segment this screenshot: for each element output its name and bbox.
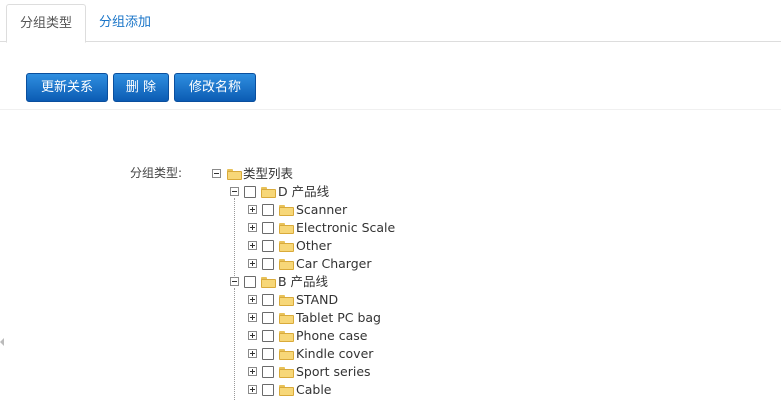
- group-checkbox[interactable]: [244, 276, 256, 288]
- item-label[interactable]: Scanner: [296, 201, 347, 219]
- scroll-left-icon[interactable]: [0, 338, 4, 346]
- item-label[interactable]: Other: [296, 237, 332, 255]
- expand-icon[interactable]: [248, 241, 257, 250]
- folder-open-icon: [261, 187, 276, 198]
- tree-guide-line: [234, 288, 235, 400]
- update-relation-button[interactable]: 更新关系: [26, 73, 108, 102]
- tab-group-add[interactable]: 分组添加: [86, 4, 164, 42]
- folder-icon: [279, 241, 294, 252]
- expand-icon[interactable]: [248, 367, 257, 376]
- group-label[interactable]: B 产品线: [278, 273, 328, 291]
- expand-icon[interactable]: [248, 259, 257, 268]
- tree-root-label: 类型列表: [243, 166, 294, 181]
- item-checkbox[interactable]: [262, 348, 274, 360]
- item-label[interactable]: Cable: [296, 381, 332, 399]
- item-checkbox[interactable]: [262, 240, 274, 252]
- folder-icon: [279, 385, 294, 396]
- expand-icon[interactable]: [248, 295, 257, 304]
- group-checkbox[interactable]: [244, 186, 256, 198]
- item-checkbox[interactable]: [262, 222, 274, 234]
- folder-open-icon: [261, 277, 276, 288]
- folder-icon: [279, 349, 294, 360]
- delete-button[interactable]: 删 除: [113, 73, 169, 102]
- item-label[interactable]: Phone case: [296, 327, 367, 345]
- expand-icon[interactable]: [248, 313, 257, 322]
- folder-icon: [279, 313, 294, 324]
- group-type-label: 分组类型:: [130, 166, 183, 180]
- item-label[interactable]: Car Charger: [296, 255, 372, 273]
- folder-icon: [279, 259, 294, 270]
- folder-icon: [279, 223, 294, 234]
- item-label[interactable]: STAND: [296, 291, 338, 309]
- folder-icon: [227, 169, 242, 180]
- expand-icon[interactable]: [248, 223, 257, 232]
- item-label[interactable]: Sport series: [296, 363, 371, 381]
- folder-icon: [279, 205, 294, 216]
- tab-group-type[interactable]: 分组类型: [6, 4, 87, 43]
- expand-icon[interactable]: [248, 205, 257, 214]
- folder-icon: [279, 295, 294, 306]
- collapse-icon[interactable]: [230, 187, 239, 196]
- collapse-icon[interactable]: [230, 277, 239, 286]
- collapse-icon[interactable]: [212, 169, 221, 178]
- expand-icon[interactable]: [248, 385, 257, 394]
- item-label[interactable]: Electronic Scale: [296, 219, 395, 237]
- folder-icon: [279, 331, 294, 342]
- group-label[interactable]: D 产品线: [278, 183, 329, 201]
- item-checkbox[interactable]: [262, 258, 274, 270]
- item-checkbox[interactable]: [262, 366, 274, 378]
- tab-bar: 分组类型 分组添加: [0, 0, 781, 43]
- tree-guide-line: [234, 198, 235, 280]
- item-checkbox[interactable]: [262, 294, 274, 306]
- folder-icon: [279, 367, 294, 378]
- item-checkbox[interactable]: [262, 204, 274, 216]
- toolbar: 更新关系 删 除 修改名称: [0, 42, 781, 110]
- item-checkbox[interactable]: [262, 384, 274, 396]
- rename-button[interactable]: 修改名称: [174, 73, 256, 102]
- item-checkbox[interactable]: [262, 312, 274, 324]
- item-label[interactable]: Kindle cover: [296, 345, 373, 363]
- expand-icon[interactable]: [248, 349, 257, 358]
- item-checkbox[interactable]: [262, 330, 274, 342]
- expand-icon[interactable]: [248, 331, 257, 340]
- item-label[interactable]: Tablet PC bag: [296, 309, 381, 327]
